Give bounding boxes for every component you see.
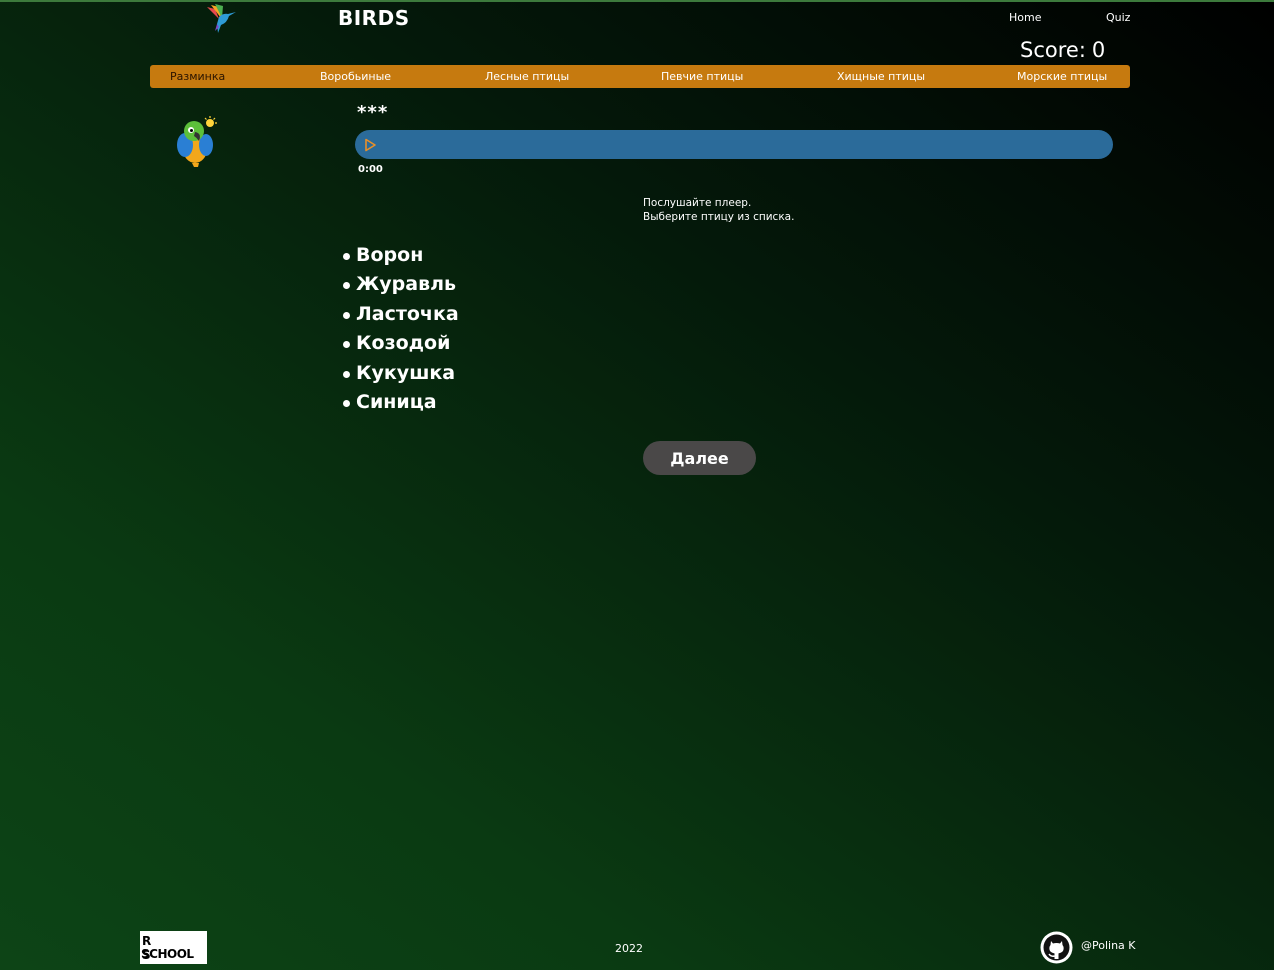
bullet-icon: [343, 253, 350, 260]
instructions-text: Послушайте плеер. Выберите птицу из спис…: [643, 196, 794, 224]
play-icon[interactable]: [363, 138, 377, 152]
answer-option[interactable]: Синица: [342, 388, 459, 417]
answer-list: Ворон Журавль Ласточка Козодой Кукушка С…: [342, 241, 459, 417]
bullet-icon: [343, 399, 350, 407]
brand-title: BIRDS: [338, 6, 410, 30]
nav-quiz-link[interactable]: Quiz: [1106, 11, 1130, 24]
answer-option[interactable]: Ворон: [342, 241, 459, 270]
score-value: 0: [1091, 38, 1106, 62]
category-passerines[interactable]: Воробьиные: [320, 70, 391, 83]
category-sea-birds[interactable]: Морские птицы: [1017, 70, 1107, 83]
bullet-icon: [343, 311, 350, 319]
category-bar: Разминка Воробьиные Лесные птицы Певчие …: [150, 65, 1130, 88]
hidden-bird-name: ***: [357, 102, 389, 123]
answer-option[interactable]: Кукушка: [342, 359, 459, 388]
player-time: 0:00: [358, 164, 383, 175]
answer-label: Ласточка: [356, 302, 459, 325]
category-forest-birds[interactable]: Лесные птицы: [485, 70, 569, 83]
nav-home-link[interactable]: Home: [1009, 11, 1041, 24]
score-display: Score: 0: [1020, 38, 1105, 62]
next-button[interactable]: Далее: [643, 441, 756, 475]
category-birds-of-prey[interactable]: Хищные птицы: [837, 70, 925, 83]
top-border-line: [0, 0, 1274, 2]
answer-label: Журавль: [356, 273, 457, 296]
category-warmup[interactable]: Разминка: [170, 70, 225, 83]
author-link[interactable]: @Polina K: [1081, 939, 1136, 952]
answer-label: Кукушка: [356, 361, 456, 384]
github-icon[interactable]: [1040, 931, 1073, 964]
bullet-icon: [343, 370, 350, 378]
instructions-line-2: Выберите птицу из списка.: [643, 211, 795, 223]
audio-player[interactable]: [355, 130, 1113, 159]
answer-option[interactable]: Козодой: [342, 329, 459, 358]
bullet-icon: [343, 341, 350, 349]
answer-label: Козодой: [356, 332, 451, 355]
answer-label: Ворон: [356, 244, 424, 266]
category-songbirds[interactable]: Певчие птицы: [661, 70, 743, 83]
instructions-line-1: Послушайте плеер.: [643, 197, 752, 209]
rs-school-logo[interactable]: R S SCHOOL: [140, 931, 207, 964]
answer-option[interactable]: Ласточка: [342, 300, 459, 329]
bullet-icon: [343, 282, 350, 290]
hummingbird-logo-icon[interactable]: [203, 3, 237, 35]
rs-logo-line-2: SCHOOL: [141, 947, 194, 961]
parrot-placeholder-icon: [177, 116, 217, 167]
footer-year: 2022: [615, 942, 643, 955]
answer-label: Синица: [356, 390, 437, 413]
answer-option[interactable]: Журавль: [342, 270, 459, 299]
score-label: Score:: [1020, 38, 1086, 62]
